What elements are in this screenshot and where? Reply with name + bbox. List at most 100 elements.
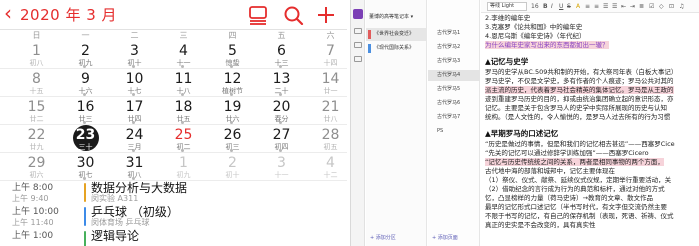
page-item[interactable]: 古代罗马3 (428, 56, 480, 67)
strikethrough-button[interactable]: S (567, 3, 571, 10)
todo-tag-button[interactable]: ☑ (649, 3, 654, 10)
calendar-day-today[interactable]: 23 三十 (61, 125, 110, 153)
back-chevron-icon[interactable]: ‹ (4, 3, 12, 23)
calendar-day[interactable]: 6 十三 (257, 41, 306, 69)
note-line: （1）祭仪、仪式、献祭、延续仪式仪规，定期举行重要活动，关 (485, 176, 672, 184)
bold-button[interactable]: B (543, 3, 548, 10)
section-color-tab (368, 44, 371, 53)
notebook-title[interactable]: 董博的高等笔记本 ▾ (369, 14, 413, 21)
notes-logo-icon[interactable] (353, 9, 363, 19)
calendar-day-selected[interactable]: 25 初二 (159, 125, 208, 153)
page-item[interactable]: 古代罗马5 (428, 84, 480, 95)
section-item[interactable]: 《世界社会变迁》 (366, 28, 427, 41)
calendar-day[interactable]: 29 初六 (12, 153, 61, 181)
calendar-day[interactable]: 4 十二 (306, 153, 347, 181)
recent-icon[interactable] (354, 56, 362, 62)
calendar-day[interactable]: 27 初四 (257, 125, 306, 153)
event-start-time: 上午 10:00 (12, 207, 59, 217)
note-line: 2.李维的编年史 (485, 14, 531, 22)
calendar-day[interactable]: 28 初五 (306, 125, 347, 153)
align-left-button[interactable]: ☰ (603, 3, 608, 10)
calendar-day[interactable]: 16 廿三 (61, 97, 110, 125)
calendar-day[interactable]: 26 初三 (208, 125, 257, 153)
calendar-day[interactable]: 24 三月 (110, 125, 159, 153)
font-family-select[interactable]: 等线 Light (487, 2, 527, 11)
notebook-icon[interactable] (354, 28, 362, 34)
event-list: 上午 8:00 上午 9:40 数据分析与大数据 闵实验 A311 上午 10:… (0, 181, 347, 246)
note-line-highlight: 派主流的历史，代表着罗马社会精英的集体记忆。罗马是从王政的 (485, 86, 674, 94)
page-item[interactable]: 古代罗马2 (428, 42, 480, 53)
calendar-day[interactable]: 12 植树节 (208, 69, 257, 97)
add-event-icon[interactable] (315, 5, 337, 25)
search-icon[interactable] (283, 5, 305, 25)
calendar-day[interactable]: 30 初七 (61, 153, 110, 181)
italic-button[interactable]: I (551, 3, 553, 10)
note-line: （2）借助纪念的言行成为行为的典范和标杆，通过对他的方式 (485, 185, 665, 193)
calendar-week: 15 廿二 16 廿三 17 廿四 18 廿五 19 廿六 20 春分 21 廿八 (0, 97, 347, 125)
calendar-week: 22 廿九 23 三十 24 三月 25 初二 26 初三 27 初四 28 初五 (0, 125, 347, 153)
calendar-day[interactable]: 21 廿八 (306, 97, 347, 125)
outdent-button[interactable]: ⇤ (621, 3, 626, 10)
month-title[interactable]: 2020 年 3 月 (20, 6, 117, 24)
note-heading: ▲记忆与史学 (485, 57, 529, 66)
note-line: 古代地中海的部落和城邦中，记忆主要体现在 (485, 167, 615, 175)
calendar-day[interactable]: 13 二十 (257, 69, 306, 97)
calendar-day[interactable]: 8 十五 (12, 69, 61, 97)
search-icon[interactable] (354, 42, 362, 48)
underline-button[interactable]: U (559, 3, 563, 10)
calendar-day[interactable]: 19 廿六 (208, 97, 257, 125)
tag-button[interactable]: ◇ (659, 3, 664, 10)
calendar-day[interactable]: 2 初九 (61, 41, 110, 69)
page-item[interactable]: 古代罗马6 (428, 98, 480, 109)
calendar-day[interactable]: 10 十七 (110, 69, 159, 97)
calendar-day[interactable]: 22 廿九 (12, 125, 61, 153)
section-item[interactable]: 《现代国际关系》 (366, 42, 427, 55)
audio-button[interactable]: ♫ (679, 3, 684, 10)
note-line: 3.克塞罗《论共和国》中的编年史 (485, 23, 583, 31)
page-item-selected[interactable]: 古代罗马4 (428, 70, 480, 81)
calendar-day[interactable]: 7 十四 (306, 41, 347, 69)
numbered-list-button[interactable]: ≡ (594, 3, 599, 10)
calendar-day[interactable]: 15 廿二 (12, 97, 61, 125)
calendar-day[interactable]: 18 廿五 (159, 97, 208, 125)
calendar-day[interactable]: 20 春分 (257, 97, 306, 125)
calendar-day[interactable]: 3 十一 (257, 153, 306, 181)
event-item[interactable]: 上午 1:00 逻辑导论 (0, 229, 347, 246)
list-view-icon[interactable] (247, 5, 269, 25)
calendar-day[interactable]: 9 十六 (61, 69, 110, 97)
note-line-highlight: 为什么编年史家写出来的东西都如出一辙？ (485, 41, 609, 49)
indent-button[interactable]: ⇥ (630, 3, 635, 10)
calendar-day[interactable]: 5 惊蛰 (208, 41, 257, 69)
font-size-select[interactable]: 16 (531, 3, 539, 10)
align-center-button[interactable]: ☰ (612, 3, 617, 10)
note-content[interactable]: 2.李维的编年史 3.克塞罗《论共和国》中的编年史 4.恩尼乌斯《编年史诗》（年… (485, 13, 699, 246)
page-item[interactable]: PS (428, 126, 480, 137)
insert-button[interactable]: ⊡ (669, 3, 674, 10)
section-color-tab (368, 30, 371, 39)
calendar-day[interactable]: 1 初八 (12, 41, 61, 69)
calendar-day[interactable]: 14 廿一 (306, 69, 347, 97)
note-line: 记忆。主要是关于包含罗马人的史学中实际所展现的历史与认知 (485, 104, 667, 112)
page-item[interactable]: 古代罗马1 (428, 28, 480, 39)
event-end-time: 上午 9:40 (12, 194, 49, 203)
add-section-button[interactable]: + 添加分区 (370, 235, 396, 242)
calendar-day[interactable]: 11 十八 (159, 69, 208, 97)
note-line: 迹到重建罗马历史的目的，抑或由统治集团确立起的意识形态，亦 (485, 95, 674, 103)
event-item[interactable]: 上午 10:00 上午 11:40 乒乓球 （初级） 闵体育场 乒乓球 (0, 205, 347, 227)
calendar-day[interactable]: 1 初九 (159, 153, 208, 181)
calendar-day[interactable]: 17 廿四 (110, 97, 159, 125)
calendar-day[interactable]: 2 初十 (208, 153, 257, 181)
weekday-label: 四 (228, 31, 237, 40)
page-item[interactable]: 古代罗马7 (428, 112, 480, 123)
weekday-label: 六 (326, 31, 335, 40)
add-page-button[interactable]: + 添加页面 (432, 235, 458, 242)
calendar-day[interactable]: 31 初八 (110, 153, 159, 181)
section-label: 《世界社会变迁》 (374, 31, 415, 37)
weekday-label: 二 (130, 31, 139, 40)
calendar-day[interactable]: 3 初十 (110, 41, 159, 69)
calendar-day[interactable]: 4 十一 (159, 41, 208, 69)
paragraph-button[interactable]: ≣ (639, 3, 644, 10)
highlight-button[interactable]: A (576, 3, 580, 10)
event-item[interactable]: 上午 8:00 上午 9:40 数据分析与大数据 闵实验 A311 (0, 181, 347, 203)
bullet-list-button[interactable]: ≡ (585, 3, 590, 10)
